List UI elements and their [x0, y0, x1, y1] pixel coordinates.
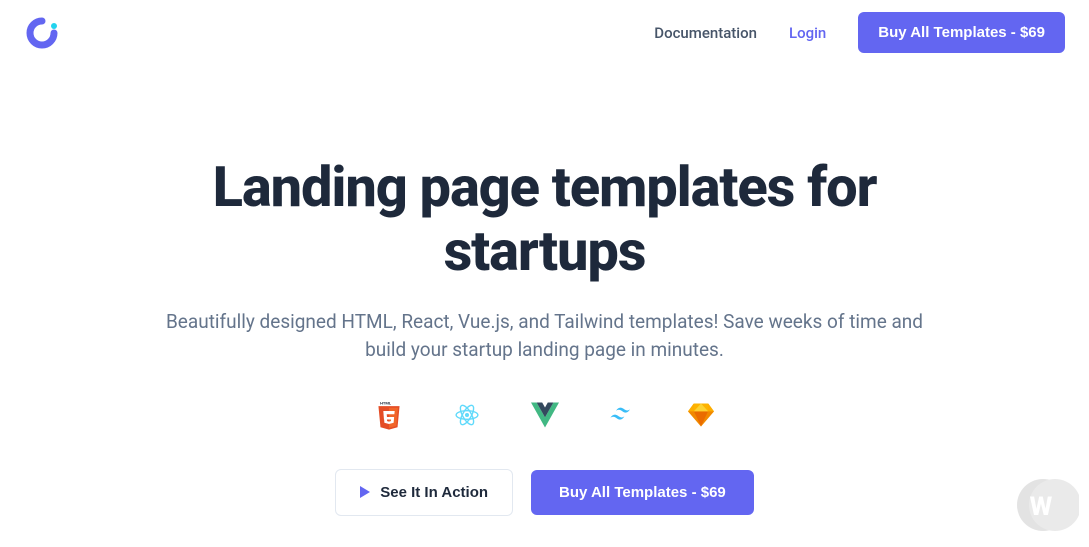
tech-icons-row: HTML	[60, 401, 1029, 429]
react-icon	[453, 401, 481, 429]
tailwind-icon	[609, 401, 637, 429]
watermark-badge: W	[1015, 473, 1079, 537]
nav-documentation-link[interactable]: Documentation	[654, 24, 757, 42]
svg-text:HTML: HTML	[380, 400, 392, 405]
cta-row: See It In Action Buy All Templates - $69	[60, 469, 1029, 516]
svg-text:W: W	[1030, 492, 1053, 522]
html5-icon: HTML	[375, 401, 403, 429]
brand-logo[interactable]	[24, 15, 60, 51]
nav-login-link[interactable]: Login	[789, 24, 826, 42]
hero-buy-button[interactable]: Buy All Templates - $69	[531, 470, 754, 515]
sketch-icon	[687, 401, 715, 429]
nav-buy-button[interactable]: Buy All Templates - $69	[858, 12, 1065, 53]
header: Documentation Login Buy All Templates - …	[0, 0, 1089, 65]
vue-icon	[531, 401, 559, 429]
see-in-action-button[interactable]: See It In Action	[335, 469, 513, 516]
hero-title: Landing page templates for startups	[145, 155, 945, 284]
play-icon	[360, 486, 370, 498]
hero-section: Landing page templates for startups Beau…	[0, 65, 1089, 516]
hero-subtitle: Beautifully designed HTML, React, Vue.js…	[165, 308, 925, 365]
top-nav: Documentation Login Buy All Templates - …	[654, 12, 1065, 53]
see-in-action-label: See It In Action	[380, 484, 488, 501]
